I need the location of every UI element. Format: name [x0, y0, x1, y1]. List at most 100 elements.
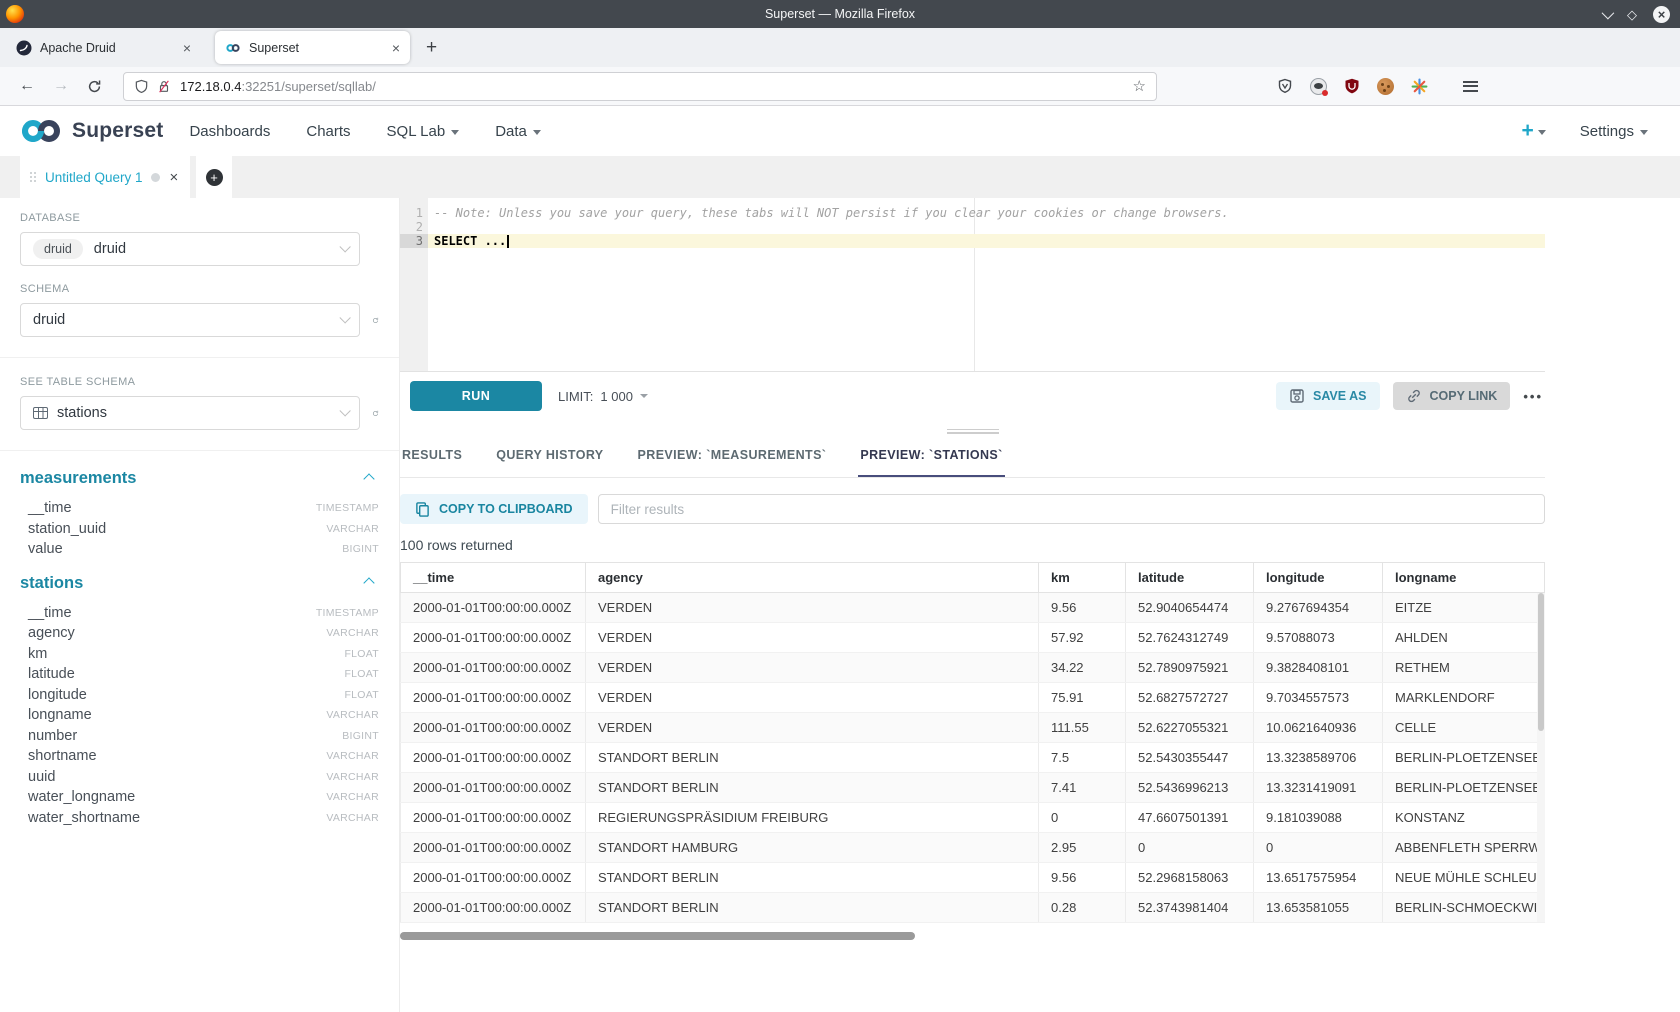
column-name: value	[28, 541, 63, 557]
schema-table-stations: stations__timeTIMESTAMPagencyVARCHARkmFL…	[20, 574, 379, 829]
column-type: FLOAT	[344, 668, 379, 680]
editor-code-area[interactable]: -- Note: Unless you save your query, the…	[428, 198, 1545, 371]
results-column-header[interactable]: longname	[1383, 563, 1545, 593]
tab-query-history[interactable]: QUERY HISTORY	[494, 440, 605, 477]
window-maximize-icon[interactable]: ◇	[1627, 8, 1637, 21]
limit-dropdown[interactable]: LIMIT: 1 000	[558, 389, 648, 404]
column-type: VARCHAR	[326, 523, 379, 535]
table-cell: 9.181039088	[1254, 803, 1383, 833]
editor-gutter: 1 2 3	[400, 198, 428, 371]
table-icon	[33, 407, 48, 419]
table-cell: 0.28	[1039, 893, 1126, 923]
table-cell: 111.55	[1039, 713, 1126, 743]
query-tab-title: Untitled Query 1	[45, 170, 143, 185]
browser-toolbar: ← → 172.18.0.4:32251/superset/sqllab/ ☆	[0, 67, 1680, 106]
tab-results[interactable]: RESULTS	[400, 440, 464, 477]
new-browser-tab-button[interactable]: +	[426, 37, 437, 59]
schema-table-measurements: measurements__timeTIMESTAMPstation_uuidV…	[20, 469, 379, 560]
horizontal-scrollbar[interactable]	[400, 932, 1545, 942]
tab-close-icon[interactable]: ×	[392, 40, 400, 56]
tab-preview-stations[interactable]: PREVIEW: `STATIONS`	[858, 440, 1004, 477]
save-as-button[interactable]: SAVE AS	[1276, 382, 1380, 410]
run-button[interactable]: RUN	[410, 381, 542, 411]
table-row: 2000-01-01T00:00:00.000ZVERDEN9.5652.904…	[401, 593, 1545, 623]
copy-to-clipboard-button[interactable]: COPY TO CLIPBOARD	[400, 494, 588, 524]
table-select[interactable]: stations	[20, 396, 360, 430]
back-icon[interactable]: ←	[19, 77, 35, 95]
refresh-tables-icon[interactable]	[372, 405, 379, 422]
schema-table-name: measurements	[20, 469, 136, 488]
superset-logo[interactable]: Superset	[18, 117, 163, 145]
database-select[interactable]: druid druid	[20, 232, 360, 266]
insecure-lock-icon[interactable]	[157, 79, 171, 94]
table-cell: BERLIN-PLOETZENSEE OP	[1383, 773, 1545, 803]
browser-tab-apache-druid[interactable]: Apache Druid ×	[6, 31, 201, 64]
bookmark-star-icon[interactable]: ☆	[1133, 77, 1146, 95]
column-type: VARCHAR	[326, 791, 379, 803]
schema-column-row: longnameVARCHAR	[20, 705, 379, 726]
row-count-text: 100 rows returned	[400, 537, 1545, 553]
tab-close-icon[interactable]: ×	[183, 40, 191, 56]
schema-table-header[interactable]: stations	[20, 574, 379, 593]
reload-icon[interactable]	[87, 79, 102, 94]
window-close-icon[interactable]: ×	[1653, 6, 1670, 23]
filter-results-input[interactable]	[598, 494, 1545, 524]
chevron-up-icon[interactable]	[363, 473, 374, 484]
ublock-origin-icon[interactable]	[1344, 78, 1360, 94]
new-item-button[interactable]: +	[1522, 119, 1546, 143]
extension-mask-icon[interactable]	[1310, 78, 1327, 95]
nav-sql-lab[interactable]: SQL Lab	[387, 123, 460, 140]
table-cell: 52.6227055321	[1126, 713, 1254, 743]
table-cell: 9.56	[1039, 593, 1126, 623]
refresh-schemas-icon[interactable]	[372, 312, 379, 329]
results-table-wrap: __timeagencykmlatitudelongitudelongname …	[400, 562, 1545, 923]
results-column-header[interactable]: latitude	[1126, 563, 1254, 593]
table-cell: 75.91	[1039, 683, 1126, 713]
new-query-tab-button[interactable]: +	[196, 156, 232, 198]
more-options-button[interactable]: •••	[1523, 389, 1543, 404]
table-cell: 9.3828408101	[1254, 653, 1383, 683]
column-name: longitude	[28, 687, 87, 703]
nav-data[interactable]: Data	[495, 123, 541, 140]
window-minimize-icon[interactable]	[1602, 6, 1615, 19]
results-column-header[interactable]: __time	[401, 563, 586, 593]
column-type: FLOAT	[344, 648, 379, 660]
forward-icon[interactable]: →	[53, 77, 69, 95]
drag-handle-icon[interactable]	[30, 172, 37, 183]
table-cell: 34.22	[1039, 653, 1126, 683]
table-cell: STANDORT HAMBURG	[586, 833, 1039, 863]
table-cell: ABBENFLETH SPERRWERK	[1383, 833, 1545, 863]
url-bar[interactable]: 172.18.0.4:32251/superset/sqllab/ ☆	[123, 72, 1157, 101]
vertical-scrollbar[interactable]	[1537, 593, 1545, 922]
table-cell: 52.3743981404	[1126, 893, 1254, 923]
browser-tab-superset[interactable]: Superset ×	[215, 31, 410, 64]
extension-shield-icon[interactable]	[1277, 78, 1293, 94]
tracking-shield-icon[interactable]	[134, 79, 149, 94]
settings-menu[interactable]: Settings	[1580, 123, 1648, 140]
results-column-header[interactable]: longitude	[1254, 563, 1383, 593]
pinwheel-icon[interactable]	[1411, 78, 1428, 95]
unsaved-indicator-icon	[151, 173, 160, 182]
copy-link-button[interactable]: COPY LINK	[1393, 382, 1511, 410]
tab-preview-measurements[interactable]: PREVIEW: `MEASUREMENTS`	[636, 440, 829, 477]
results-column-header[interactable]: agency	[586, 563, 1039, 593]
results-column-header[interactable]: km	[1039, 563, 1126, 593]
column-type: VARCHAR	[326, 812, 379, 824]
pane-splitter[interactable]	[400, 426, 1545, 436]
chevron-up-icon[interactable]	[363, 577, 374, 588]
sql-editor[interactable]: 1 2 3 -- Note: Unless you save your quer…	[400, 198, 1545, 372]
schema-select[interactable]: druid	[20, 303, 360, 337]
table-cell: 52.5430355447	[1126, 743, 1254, 773]
table-cell: KONSTANZ	[1383, 803, 1545, 833]
sqllab-sidebar: DATABASE druid druid SCHEMA druid SEE TA…	[0, 198, 400, 1012]
schema-column-row: uuidVARCHAR	[20, 767, 379, 788]
nav-charts[interactable]: Charts	[306, 123, 350, 140]
nav-dashboards[interactable]: Dashboards	[189, 123, 270, 140]
table-cell: 2.95	[1039, 833, 1126, 863]
query-tab-untitled[interactable]: Untitled Query 1 ×	[20, 156, 190, 198]
schema-table-header[interactable]: measurements	[20, 469, 379, 488]
schema-column-row: water_longnameVARCHAR	[20, 787, 379, 808]
query-tab-close-icon[interactable]: ×	[170, 169, 179, 186]
menu-icon[interactable]	[1463, 81, 1478, 92]
cookie-icon[interactable]	[1377, 78, 1394, 95]
